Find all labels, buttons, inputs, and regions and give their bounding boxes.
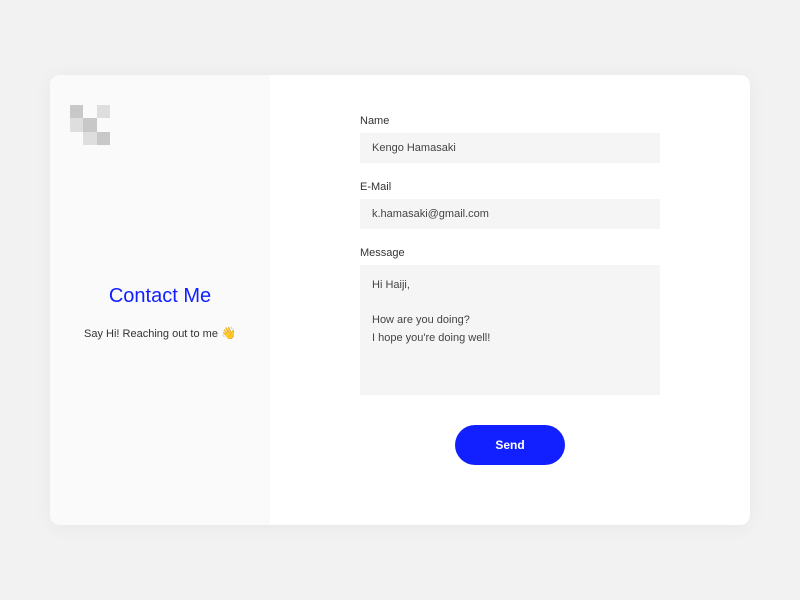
- contact-card: Contact Me Say Hi! Reaching out to me 👋 …: [50, 75, 750, 525]
- message-field-group: Message: [360, 247, 660, 400]
- name-input[interactable]: [360, 133, 660, 163]
- name-field-group: Name: [360, 115, 660, 163]
- email-field-group: E-Mail: [360, 181, 660, 229]
- email-input[interactable]: [360, 199, 660, 229]
- send-button[interactable]: Send: [455, 425, 564, 465]
- message-textarea[interactable]: [360, 265, 660, 395]
- sidebar-content: Contact Me Say Hi! Reaching out to me 👋: [70, 285, 250, 340]
- form-panel: Name E-Mail Message Send: [270, 75, 750, 525]
- page-subtitle: Say Hi! Reaching out to me 👋: [70, 326, 250, 340]
- name-label: Name: [360, 115, 660, 127]
- sidebar: Contact Me Say Hi! Reaching out to me 👋: [50, 75, 270, 525]
- message-label: Message: [360, 247, 660, 259]
- wave-icon: 👋: [221, 326, 236, 340]
- subtitle-text: Say Hi! Reaching out to me: [84, 328, 221, 340]
- email-label: E-Mail: [360, 181, 660, 193]
- brand-logo-icon: [70, 105, 110, 145]
- page-title: Contact Me: [70, 285, 250, 308]
